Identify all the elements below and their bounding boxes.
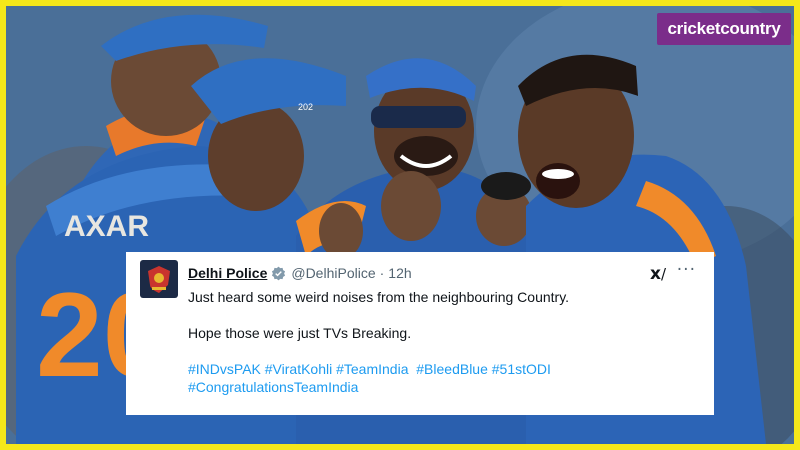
hashtags-line-1[interactable]: #INDvsPAK #ViratKohli #TeamIndia #BleedB…: [188, 360, 702, 378]
police-emblem-icon: [144, 263, 174, 295]
cricketcountry-logo: cricketcountry: [657, 13, 791, 45]
verified-badge-icon: [272, 266, 286, 280]
author-row: Delhi Police @DelhiPolice · 12h: [188, 262, 412, 284]
tweet-header: Delhi Police @DelhiPolice · 12h x/ ···: [140, 260, 700, 298]
grok-icon[interactable]: x/: [650, 264, 666, 284]
tweet-line-1: Just heard some weird noises from the ne…: [188, 289, 570, 305]
separator-dot: ·: [379, 265, 385, 281]
jersey-name: AXAR: [64, 210, 149, 243]
tweet-timestamp[interactable]: 12h: [388, 265, 411, 281]
delhi-police-avatar[interactable]: [140, 260, 178, 298]
tweet-line-2: Hope those were just TVs Breaking.: [188, 325, 412, 341]
cap-number: 202: [298, 102, 313, 112]
tweet-body: Just heard some weird noises from the ne…: [188, 288, 702, 396]
brand-text: cricketcountry: [667, 19, 781, 38]
hashtags-line-2[interactable]: #CongratulationsTeamIndia: [188, 378, 702, 396]
author-handle[interactable]: @DelhiPolice: [291, 265, 375, 281]
image-frame: 202 AXAR 20 cricketcountry Delhi Police …: [0, 0, 800, 450]
more-options-icon[interactable]: ···: [677, 260, 696, 280]
author-name[interactable]: Delhi Police: [188, 265, 267, 281]
tweet-card[interactable]: Delhi Police @DelhiPolice · 12h x/ ··· J…: [126, 252, 714, 415]
